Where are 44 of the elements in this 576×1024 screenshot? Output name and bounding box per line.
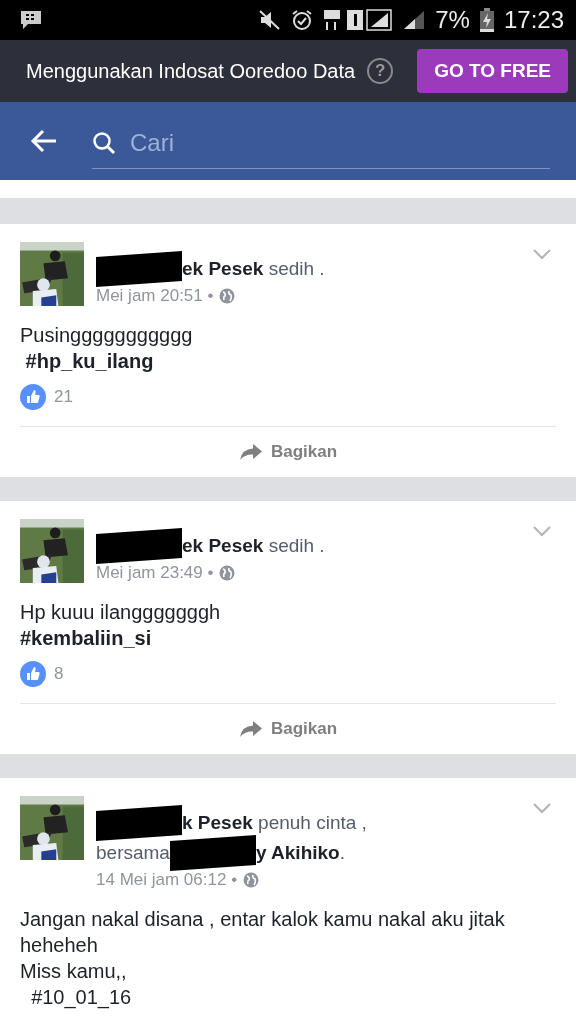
- mute-icon: [259, 10, 282, 30]
- header-text: bersama: [96, 842, 170, 864]
- header-text: penuh cinta ,: [257, 812, 367, 834]
- share-button[interactable]: Bagikan: [238, 442, 338, 462]
- post-text: Hp kuuu ilangggggggh: [20, 600, 222, 625]
- thumbs-up-icon: [20, 384, 46, 410]
- clock: 17:23: [503, 6, 564, 34]
- post-text: Jangan nakal disana , entar kalok kamu nakal aku jitak heheheh: [20, 907, 506, 958]
- post-text: #10_01_16: [30, 985, 133, 1010]
- chevron-down-icon[interactable]: [532, 802, 552, 814]
- alarm-icon: [291, 9, 314, 31]
- author-name[interactable]: ek Pesek: [182, 258, 264, 280]
- chat-icon: [20, 10, 42, 30]
- like-count[interactable]: 21: [54, 387, 73, 407]
- search-icon: [92, 130, 116, 155]
- hashtag-link[interactable]: #hp_ku_ilang: [20, 348, 556, 374]
- header-text: sedih .: [267, 258, 325, 280]
- author-name[interactable]: y Akihiko: [255, 842, 340, 864]
- author-name[interactable]: k Pesek: [182, 812, 253, 834]
- chevron-down-icon[interactable]: [532, 525, 552, 537]
- post-time[interactable]: 14 Mei jam 06:12 •: [96, 870, 238, 890]
- header-text: .: [339, 842, 345, 864]
- share-icon: [238, 720, 263, 738]
- header-text: sedih .: [267, 535, 325, 557]
- battery-charging-icon: [479, 8, 494, 32]
- battery-percent: 7%: [435, 6, 470, 34]
- search-bar[interactable]: Cari: [92, 117, 550, 169]
- go-to-free-button[interactable]: GO TO FREE: [417, 49, 568, 93]
- chevron-down-icon[interactable]: [532, 248, 552, 260]
- hashtag-link[interactable]: #kembaliin_si: [20, 625, 556, 651]
- banner-text: Menggunakan Indosat Ooredoo Data: [26, 59, 356, 83]
- post-time[interactable]: Mei jam 20:51 •: [96, 286, 214, 306]
- search-field[interactable]: Cari: [130, 128, 550, 157]
- post-time[interactable]: Mei jam 23:49 •: [96, 563, 214, 583]
- share-icon: [238, 443, 263, 461]
- back-arrow-icon[interactable]: [30, 129, 58, 153]
- post-text: Pusinggggggggggg: [20, 323, 194, 348]
- help-button[interactable]: ?: [367, 58, 394, 84]
- like-count[interactable]: 8: [54, 664, 64, 684]
- author-name[interactable]: ek Pesek: [182, 535, 264, 557]
- post-text: Miss kamu,,: [20, 959, 128, 984]
- signal-icon: [403, 10, 426, 30]
- thumbs-up-icon: [20, 661, 46, 687]
- share-button[interactable]: Bagikan: [238, 719, 338, 739]
